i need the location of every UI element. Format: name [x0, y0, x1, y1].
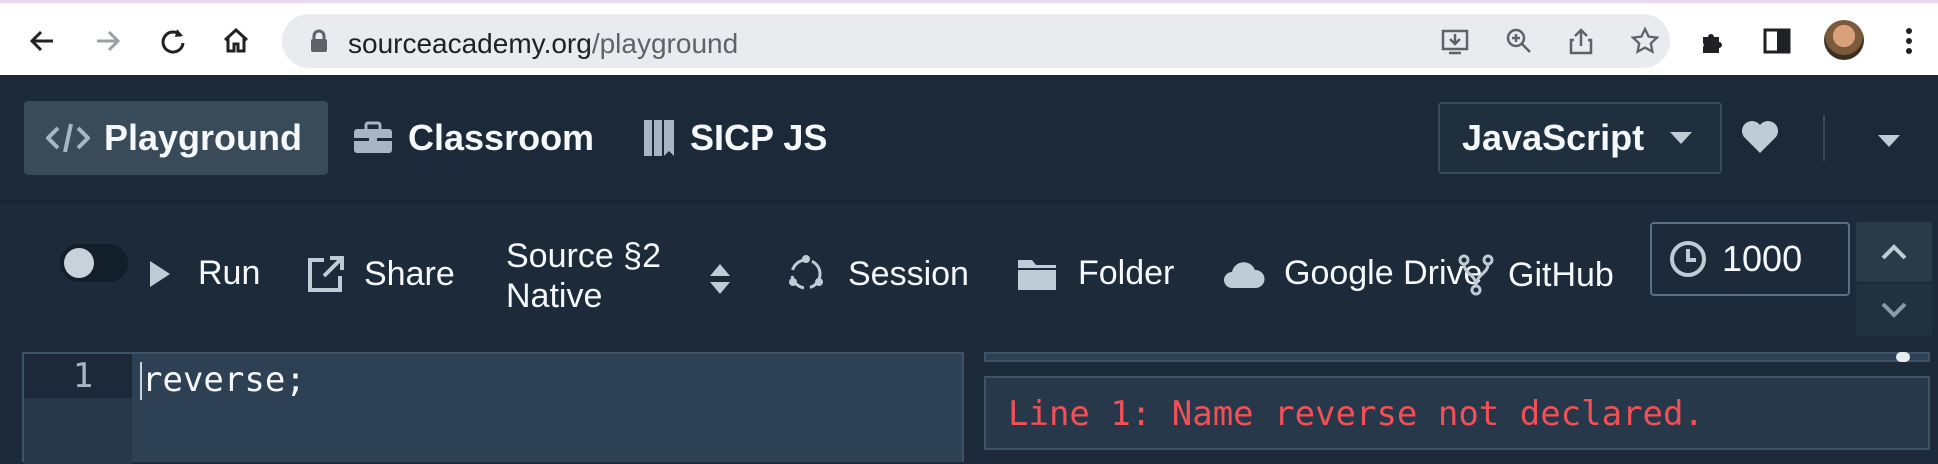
tab-label: Classroom — [408, 117, 595, 158]
folder-button[interactable]: Folder — [1016, 254, 1174, 293]
share-icon — [308, 256, 344, 292]
error-message: Line 1: Name reverse not declared. — [1008, 394, 1704, 434]
increment-button[interactable] — [1856, 222, 1932, 282]
install-icon[interactable] — [1440, 26, 1470, 56]
share-button[interactable]: Share — [306, 254, 455, 294]
repl-panel — [984, 352, 1930, 362]
code-line[interactable]: reverse; — [142, 360, 306, 400]
chevron-up-icon — [1881, 244, 1907, 260]
scrollbar[interactable] — [1896, 352, 1910, 362]
chapter-variant: Native — [506, 277, 603, 315]
session-button[interactable]: Session — [786, 254, 969, 294]
google-drive-label: Google Drive — [1284, 254, 1483, 292]
tab-classroom[interactable]: Classroom — [352, 101, 594, 175]
code-icon — [46, 123, 90, 153]
tab-sicp-js[interactable]: SICP JS — [642, 101, 827, 175]
language-label: JavaScript — [1462, 117, 1645, 158]
toggle-knob — [64, 248, 94, 278]
double-caret-icon[interactable] — [708, 262, 732, 296]
session-icon — [789, 255, 823, 290]
heart-icon[interactable] — [1740, 119, 1780, 155]
url-text: sourceacademy.org/playground — [348, 28, 739, 59]
cloud-icon — [1224, 261, 1265, 288]
play-icon — [150, 260, 170, 287]
star-icon[interactable] — [1630, 26, 1660, 56]
back-icon[interactable] — [26, 25, 58, 57]
chapter-select[interactable]: Source §2 Native — [506, 236, 661, 316]
language-select[interactable]: JavaScript — [1438, 102, 1722, 174]
chevron-down-icon — [1670, 132, 1692, 144]
chevron-down-icon — [1881, 302, 1907, 318]
git-branch-icon — [1458, 254, 1494, 296]
session-label: Session — [848, 254, 969, 293]
divider — [1823, 115, 1825, 161]
app-navbar: Playground Classroom SICP JS JavaScript — [0, 75, 1938, 202]
autorun-toggle[interactable] — [60, 244, 128, 282]
line-gutter: 1 — [24, 354, 132, 464]
google-drive-button[interactable]: Google Drive — [1222, 254, 1482, 293]
share-label: Share — [364, 254, 455, 293]
home-icon[interactable] — [220, 25, 252, 57]
browser-toolbar: sourceacademy.org/playground — [0, 0, 1938, 75]
tab-playground[interactable]: Playground — [24, 101, 329, 175]
chevron-down-icon[interactable] — [1878, 135, 1900, 147]
tab-label: Playground — [104, 117, 303, 158]
run-label: Run — [198, 254, 261, 292]
address-bar[interactable]: sourceacademy.org/playground — [282, 14, 1670, 68]
timeout-input[interactable]: 1000 — [1650, 222, 1850, 296]
forward-icon[interactable] — [92, 25, 124, 57]
tab-label: SICP JS — [690, 117, 828, 158]
share-icon[interactable] — [1566, 26, 1596, 56]
line-number: 1 — [24, 354, 132, 398]
clock-icon — [1670, 241, 1706, 277]
sidebar-icon[interactable] — [1760, 24, 1794, 58]
extensions-icon[interactable] — [1696, 24, 1730, 58]
more-icon[interactable] — [1892, 24, 1926, 58]
run-button[interactable]: Run — [148, 254, 260, 293]
timeout-value: 1000 — [1722, 238, 1803, 279]
profile-avatar[interactable] — [1824, 20, 1864, 60]
chapter-name: Source §2 — [506, 237, 661, 275]
decrement-button[interactable] — [1856, 284, 1932, 336]
repl-error-output: Line 1: Name reverse not declared. — [984, 376, 1930, 450]
briefcase-icon — [354, 121, 392, 153]
lock-icon[interactable] — [304, 26, 334, 56]
zoom-icon[interactable] — [1504, 26, 1534, 56]
folder-icon — [1018, 259, 1056, 290]
book-icon — [644, 120, 674, 156]
control-bar: Run Share Source §2 Native Session Folde… — [0, 202, 1938, 342]
github-label: GitHub — [1508, 255, 1614, 294]
reload-icon[interactable] — [156, 25, 188, 57]
code-editor[interactable]: 1 reverse; — [22, 352, 964, 464]
github-button[interactable]: GitHub — [1456, 254, 1614, 296]
folder-label: Folder — [1078, 254, 1175, 292]
